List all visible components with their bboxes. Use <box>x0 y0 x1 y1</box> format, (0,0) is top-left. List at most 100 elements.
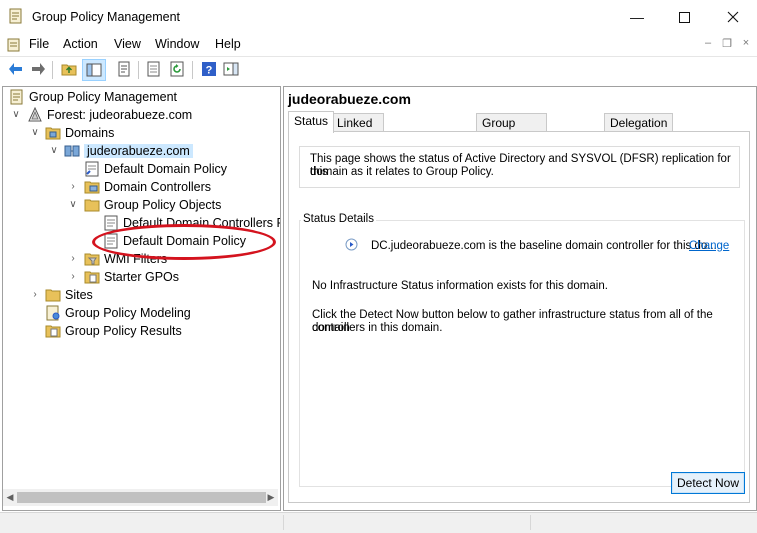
change-link[interactable]: Change <box>689 240 729 253</box>
status-bar <box>0 512 757 533</box>
tree-label: Sites <box>65 288 93 302</box>
tab-linked-gpos[interactable]: Linked Group Policy Objects <box>331 113 384 184</box>
results-icon <box>45 325 61 338</box>
properties-icon[interactable] <box>116 61 132 77</box>
expand-chevron-icon[interactable]: › <box>30 290 40 300</box>
status-tab-panel: This page shows the status of Active Dir… <box>288 131 750 503</box>
page-title: judeorabueze.com <box>288 91 411 107</box>
close-icon <box>727 11 739 23</box>
menu-help[interactable]: Help <box>215 37 241 51</box>
tree-item-gpo-container[interactable]: Group Policy Objects <box>84 196 221 214</box>
maximize-icon <box>678 11 690 23</box>
tree-label: Group Policy Objects <box>104 198 222 212</box>
back-arrow-icon[interactable] <box>8 61 24 77</box>
status-bar-divider <box>530 515 531 530</box>
no-infrastructure-text: No Infrastructure Status information exi… <box>312 280 608 292</box>
tree-item-gpm-root[interactable]: Group Policy Management <box>9 88 177 106</box>
menu-bar: File Action View Window Help <box>0 34 757 54</box>
toolbar-separator <box>192 61 193 79</box>
info-text-line2: domain as it relates to Group Policy. <box>310 166 494 178</box>
window-title: Group Policy Management <box>32 10 180 24</box>
tree-item-results[interactable]: Group Policy Results <box>45 322 182 340</box>
minimize-button[interactable]: — <box>614 0 660 34</box>
tree-item-gpo-link[interactable]: Default Domain Policy <box>84 160 227 178</box>
tree-label: Group Policy Management <box>29 90 177 104</box>
gpo-folder-icon <box>84 199 100 212</box>
sites-folder-icon <box>45 289 61 302</box>
tree-label: Default Domain Policy <box>104 162 227 176</box>
detect-now-button[interactable]: Detect Now <box>671 472 745 494</box>
maximize-button[interactable] <box>661 0 707 34</box>
collapse-chevron-icon[interactable]: ∨ <box>49 146 59 156</box>
status-details-label: Status Details <box>301 213 376 225</box>
tree-item-starter-gpos[interactable]: Starter GPOs <box>84 268 179 286</box>
console-tree: Group Policy Management ∨ Forest: judeor… <box>2 86 281 511</box>
gpmc-icon <box>10 89 23 105</box>
tab-status[interactable]: Status <box>288 111 335 133</box>
status-details-group: Status Details DC.judeorabueze.com is th… <box>299 213 745 487</box>
tree-item-modeling[interactable]: Group Policy Modeling <box>45 304 191 322</box>
mmc-icon <box>7 38 20 52</box>
tree-item-domain-controllers[interactable]: Domain Controllers <box>84 178 211 196</box>
menu-action[interactable]: Action <box>63 37 98 51</box>
tree-item-sites[interactable]: Sites <box>45 286 93 304</box>
collapse-chevron-icon[interactable]: ∨ <box>11 110 21 120</box>
title-bar: Group Policy Management — <box>0 0 757 34</box>
expand-chevron-icon[interactable]: › <box>68 254 78 264</box>
info-box: This page shows the status of Active Dir… <box>299 146 740 188</box>
mdi-restore-button[interactable]: ❐ <box>720 37 734 50</box>
mdi-minimize-button[interactable]: – <box>701 37 715 49</box>
domain-icon <box>64 145 80 157</box>
collapse-chevron-icon[interactable]: ∨ <box>68 200 78 210</box>
tree-label: Group Policy Modeling <box>65 306 191 320</box>
toolbar-separator <box>138 61 139 79</box>
ou-folder-icon <box>84 181 100 194</box>
close-button[interactable] <box>710 0 756 34</box>
svg-text:?: ? <box>206 65 213 77</box>
tree-label: Domains <box>65 126 115 140</box>
detect-text-line2: controllers in this domain. <box>312 322 443 334</box>
menu-view[interactable]: View <box>114 37 141 51</box>
details-pane: judeorabueze.com Status Linked Group Pol… <box>283 86 757 511</box>
scrollbar-thumb[interactable] <box>17 492 266 503</box>
forest-icon <box>28 107 42 122</box>
refresh-icon[interactable] <box>169 61 185 77</box>
tree-label-selected: judeorabueze.com <box>84 144 193 158</box>
menu-window[interactable]: Window <box>155 37 199 51</box>
action-pane-icon[interactable] <box>223 61 239 77</box>
tree-item-forest[interactable]: Forest: judeorabueze.com <box>27 106 192 124</box>
up-folder-icon[interactable] <box>61 61 77 77</box>
expand-details-icon[interactable] <box>345 238 358 251</box>
wmi-folder-icon <box>84 253 100 266</box>
tree-item-domains[interactable]: Domains <box>45 124 114 142</box>
export-list-icon[interactable] <box>146 61 162 77</box>
tree-label: Starter GPOs <box>104 270 180 284</box>
tree-item-domain[interactable]: judeorabueze.com <box>64 142 193 160</box>
expand-chevron-icon[interactable]: › <box>68 272 78 282</box>
tree-label: Domain Controllers <box>104 180 211 194</box>
toolbar: ? <box>0 56 757 83</box>
tree-label: Forest: judeorabueze.com <box>47 108 193 122</box>
modeling-icon <box>46 305 60 321</box>
annotation-ellipse <box>92 224 276 260</box>
starter-gpo-folder-icon <box>84 271 100 284</box>
baseline-dc-text: DC.judeorabueze.com is the baseline doma… <box>371 240 717 252</box>
help-icon[interactable]: ? <box>201 61 217 77</box>
collapse-chevron-icon[interactable]: ∨ <box>30 128 40 138</box>
tree-label: Group Policy Results <box>65 324 182 338</box>
tree-horizontal-scrollbar[interactable]: ◀ ▶ <box>3 489 278 506</box>
expand-chevron-icon[interactable]: › <box>68 182 78 192</box>
tab-delegation[interactable]: Delegation <box>604 113 674 132</box>
show-tree-toggle[interactable] <box>82 59 106 81</box>
mdi-close-button[interactable]: × <box>739 37 753 49</box>
forward-arrow-icon[interactable] <box>30 61 46 77</box>
scroll-right-icon[interactable]: ▶ <box>265 491 277 504</box>
menu-file[interactable]: File <box>29 37 49 51</box>
show-tree-icon <box>86 63 102 77</box>
tab-gp-inheritance[interactable]: Group Policy Inheritance <box>476 113 548 166</box>
scroll-left-icon[interactable]: ◀ <box>4 491 16 504</box>
gpo-link-icon <box>85 161 99 177</box>
domains-folder-icon <box>45 127 61 140</box>
status-bar-divider <box>283 515 284 530</box>
gpmc-icon <box>9 8 22 24</box>
